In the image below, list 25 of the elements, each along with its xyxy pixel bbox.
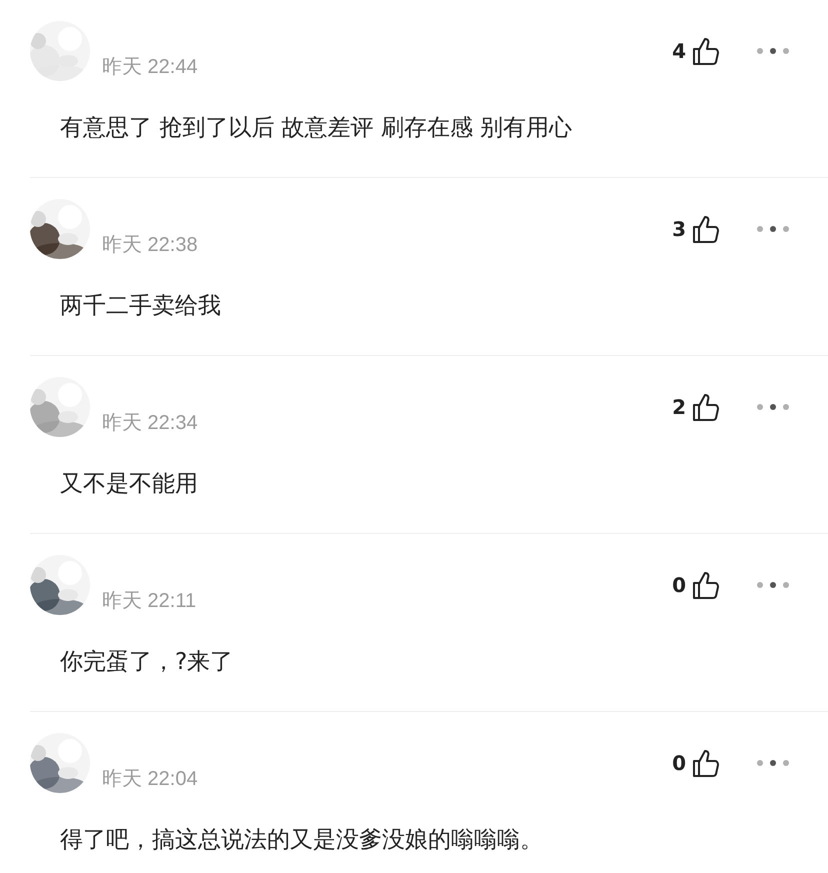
more-icon[interactable] [756,225,790,233]
like-count: 3 [672,216,686,243]
comment-time: 昨天 22:38 [102,233,198,258]
like-count: 2 [672,394,686,421]
comment-text: 两千二手卖给我 [59,292,222,320]
more-icon[interactable] [756,581,790,589]
comment-time: 昨天 22:44 [102,55,198,80]
more-icon[interactable] [756,403,790,411]
thumbs-up-icon[interactable] [692,214,720,244]
like-count: 0 [672,750,686,777]
more-icon[interactable] [756,759,790,767]
thumbs-up-icon[interactable] [692,392,720,422]
comment-time: 昨天 22:11 [102,589,196,614]
comment-text: 得了吧，搞这总说法的又是没爹没娘的嗡嗡嗡。 [59,826,544,854]
comment-text: 有意思了 抢到了以后 故意差评 刷存在感 别有用心 [59,114,574,142]
like-count: 0 [672,572,686,599]
comment-time: 昨天 22:04 [102,767,198,792]
comment-time: 昨天 22:34 [102,411,198,436]
thumbs-up-icon[interactable] [692,570,720,600]
like-count: 4 [672,38,686,65]
comment-text: 又不是不能用 [59,470,199,498]
thumbs-up-icon[interactable] [692,748,720,778]
comment-text: 你完蛋了，?来了 [59,648,234,676]
thumbs-up-icon[interactable] [692,36,720,66]
more-icon[interactable] [756,47,790,55]
